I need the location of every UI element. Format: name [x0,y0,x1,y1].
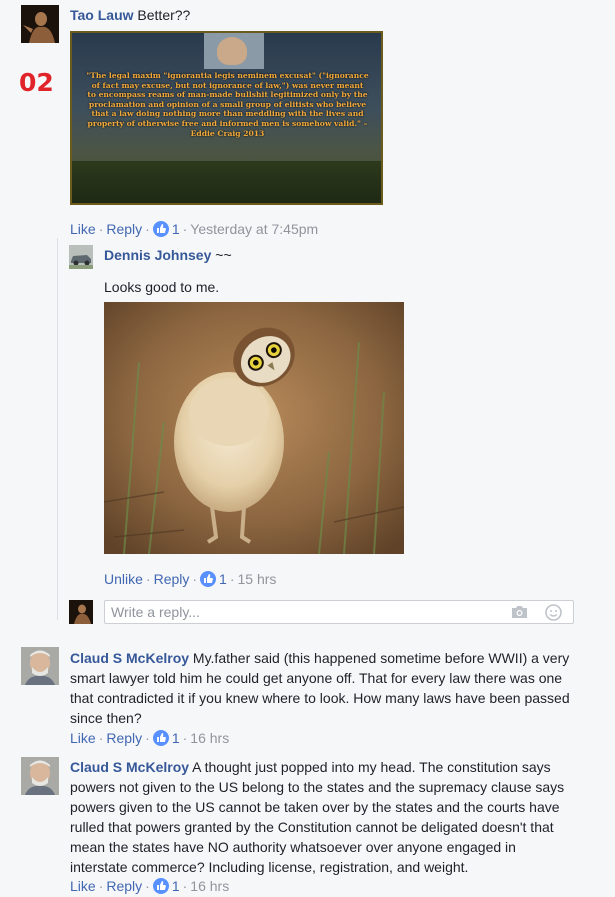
like-count[interactable]: 1 [172,878,180,894]
comment-author[interactable]: Tao Lauw [70,7,134,23]
reply-input[interactable] [111,604,491,620]
like-count[interactable]: 1 [219,571,227,587]
avatar[interactable] [69,245,93,269]
camera-icon[interactable] [511,605,528,622]
avatar[interactable] [21,757,59,795]
reply-link[interactable]: Reply [106,221,142,237]
avatar[interactable] [21,647,59,685]
comment-body: Tao Lauw Better?? [70,5,590,25]
reply-author[interactable]: Dennis Johnsey [104,247,211,263]
comment-actions: Like · Reply · 1 · 16 hrs [70,730,230,746]
composer-avatar [69,600,93,624]
comment-actions: Like · Reply · 1 · Yesterday at 7:45pm [70,221,319,237]
like-reaction-icon[interactable] [152,221,169,237]
reply-header: Dennis Johnsey ~~ [104,245,232,265]
comment-actions: Like · Reply · 1 · 16 hrs [70,878,230,894]
unlike-link[interactable]: Unlike [104,571,143,587]
comment-author[interactable]: Claud S McKelroy [70,759,189,775]
like-link[interactable]: Like [70,878,96,894]
like-link[interactable]: Like [70,221,96,237]
like-count[interactable]: 1 [172,221,180,237]
timestamp[interactable]: 16 hrs [190,730,229,746]
like-reaction-icon[interactable] [200,571,217,587]
reply-actions: Unlike · Reply · 1 · 15 hrs [104,571,277,587]
reply-composer [104,600,574,624]
comment-body: Claud S McKelroy A thought just popped i… [70,759,565,875]
comment-body: Claud S McKelroy My.father said (this ha… [70,650,570,726]
like-count[interactable]: 1 [172,730,180,746]
like-reaction-icon[interactable] [152,878,169,894]
emoji-icon[interactable] [545,604,562,624]
reply-link[interactable]: Reply [106,878,142,894]
comment-author[interactable]: Claud S McKelroy [70,650,189,666]
timestamp[interactable]: 15 hrs [238,571,277,587]
number-mark: 02 [19,68,54,97]
comment-text: Better?? [133,7,191,23]
like-link[interactable]: Like [70,730,96,746]
timestamp[interactable]: 16 hrs [190,878,229,894]
reply-text: Looks good to me. [104,279,220,295]
owl-photo[interactable] [104,302,404,554]
reply-link[interactable]: Reply [154,571,190,587]
reply-link[interactable]: Reply [106,730,142,746]
quote-image[interactable]: "The legal maxim "ignorantia legis nemin… [70,31,383,205]
reply-thread-line [57,238,58,620]
avatar[interactable] [21,5,59,43]
like-reaction-icon[interactable] [152,730,169,746]
quote-text: "The legal maxim "ignorantia legis nemin… [86,71,369,138]
timestamp[interactable]: Yesterday at 7:45pm [190,221,318,237]
reply-author-suffix: ~~ [211,247,232,263]
